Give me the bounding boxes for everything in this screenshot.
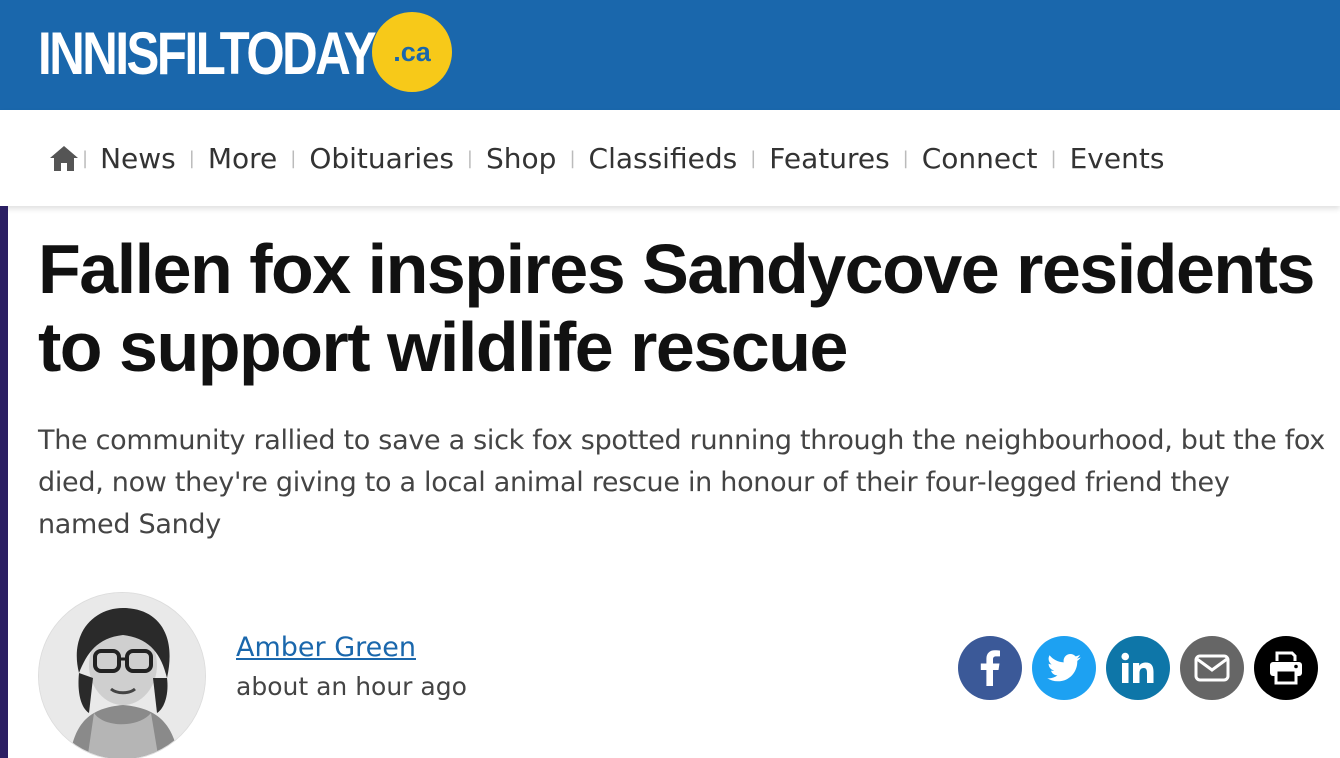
nav-item-classifieds[interactable]: Classifieds	[589, 142, 738, 175]
twitter-share-button[interactable]	[1032, 636, 1096, 700]
article-headline: Fallen fox inspires Sandycove residents …	[38, 230, 1315, 386]
publish-timestamp: about an hour ago	[236, 672, 467, 701]
nav-separator: |	[290, 147, 297, 169]
email-share-button[interactable]	[1180, 636, 1244, 700]
site-logo[interactable]: INNISFILTODAY .ca	[38, 12, 452, 92]
nav-separator: |	[466, 147, 473, 169]
nav-item-features[interactable]: Features	[769, 142, 889, 175]
article-dek: The community rallied to save a sick fox…	[38, 425, 1325, 540]
left-accent-rule	[0, 206, 8, 758]
nav-item-connect[interactable]: Connect	[922, 142, 1038, 175]
logo-text: INNISFILTODAY	[38, 20, 377, 87]
nav-separator: |	[188, 147, 195, 169]
logo-suffix-badge: .ca	[372, 12, 452, 92]
home-icon[interactable]	[48, 143, 80, 173]
email-icon	[1194, 654, 1230, 682]
twitter-icon	[1047, 654, 1081, 682]
author-name-link[interactable]: Amber Green	[236, 632, 416, 663]
nav-item-events[interactable]: Events	[1070, 142, 1165, 175]
print-button[interactable]	[1254, 636, 1318, 700]
author-avatar[interactable]	[38, 592, 206, 758]
nav-separator: |	[750, 147, 757, 169]
facebook-icon	[979, 650, 1001, 686]
facebook-share-button[interactable]	[958, 636, 1022, 700]
linkedin-icon	[1121, 652, 1155, 684]
site-header: INNISFILTODAY .ca	[0, 0, 1340, 110]
linkedin-share-button[interactable]	[1106, 636, 1170, 700]
print-icon	[1268, 651, 1304, 685]
nav-separator: |	[82, 147, 89, 169]
main-nav: | News | More | Obituaries | Shop | Clas…	[0, 110, 1340, 206]
nav-item-obituaries[interactable]: Obituaries	[309, 142, 454, 175]
nav-item-more[interactable]: More	[208, 142, 277, 175]
nav-item-shop[interactable]: Shop	[486, 142, 556, 175]
nav-separator: |	[1050, 147, 1057, 169]
nav-item-news[interactable]: News	[100, 142, 176, 175]
nav-separator: |	[569, 147, 576, 169]
nav-separator: |	[902, 147, 909, 169]
